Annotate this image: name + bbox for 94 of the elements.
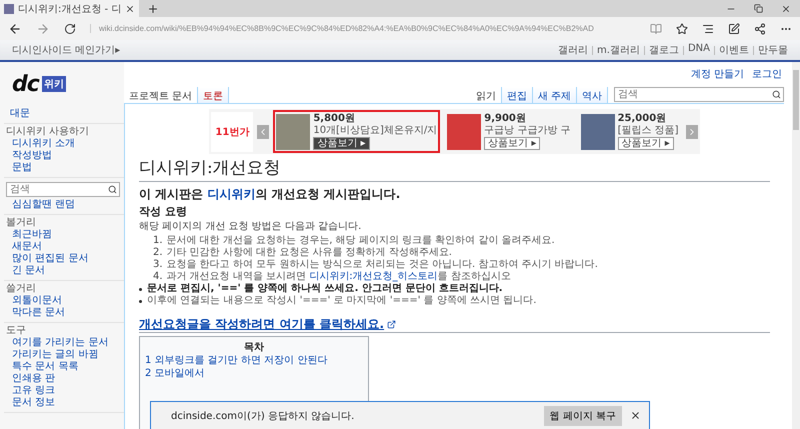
sidebar-link[interactable]: 외톨이문서 [6, 295, 124, 307]
account-link[interactable]: 계정 만들기 [690, 67, 744, 81]
sidebar-link[interactable]: 심심할땐 랜덤 [6, 199, 124, 211]
product-price: 25,000원 [618, 113, 668, 125]
bullet-icon [139, 300, 142, 302]
wiki-link[interactable]: 디시위키 [207, 187, 256, 201]
top-link[interactable]: m.갤러리 [597, 43, 640, 57]
sidebar-link[interactable]: 가리키는 글의 바뀜 [6, 349, 124, 361]
top-link[interactable]: 갤러리 [558, 43, 588, 57]
page-title: 디시위키:개선요청 [139, 157, 770, 182]
restore-page-button[interactable]: 웹 페이지 복구 [544, 406, 622, 426]
forward-icon[interactable] [36, 22, 50, 36]
sidebar-link[interactable]: 긴 문서 [6, 265, 124, 277]
sidebar-heading: 쓸거리 [6, 283, 37, 295]
step-text: 문서에 대한 개선을 요청하는 경우는, 해당 페이지의 링크를 확인하여 같이 올려주세요. [166, 235, 555, 247]
logo-badge[interactable]: 위키 [42, 76, 66, 92]
section-heading: 작성 요령 [139, 205, 188, 219]
step-text: 과거 개선요청 내역을 보시려면 디시위키:개선요청_히스토리를 참조하십시오 [166, 271, 511, 283]
top-link[interactable]: 갤로그 [648, 43, 679, 57]
top-link[interactable]: 이벤트 [719, 43, 749, 57]
bullet-icon [139, 288, 142, 290]
view-tab[interactable]: 새 주제 [532, 87, 577, 103]
book-icon[interactable] [650, 22, 662, 34]
toc-title: 목차 [244, 341, 264, 354]
note-text: 이후에 연결되는 내용으로 작성시 '===' 로 마지막에 '===' 를 양쪽에 쓰시면 됩니다. [147, 295, 536, 307]
star-icon[interactable] [676, 22, 688, 34]
toc-link[interactable]: 1 외부링크를 걸기만 하면 저장이 안된다 [145, 354, 328, 367]
page-tab[interactable]: 토론 [198, 87, 230, 103]
view-product-button[interactable]: 상품보기 ▸ [618, 137, 674, 150]
product-price: 9,900원 [484, 113, 527, 125]
site-favicon [4, 4, 14, 14]
sidebar-link[interactable]: 고유 링크 [6, 385, 124, 397]
view-product-button[interactable]: 상품보기 ▸ [484, 137, 540, 150]
search-icon[interactable] [772, 90, 781, 99]
back-icon[interactable] [8, 22, 22, 36]
logo-mark[interactable]: dc [12, 72, 39, 96]
sidebar-link[interactable]: 많이 편집된 문서 [6, 253, 124, 265]
main-site-link[interactable]: 디시인사이드 메인가기▸ [12, 43, 120, 57]
photo-placeholder [447, 114, 482, 150]
view-tab[interactable]: 역사 [577, 87, 608, 103]
step-number: 2. [153, 247, 163, 259]
top-link[interactable]: DNA [688, 43, 710, 57]
search-icon[interactable] [108, 185, 117, 194]
step-text: 기타 민감한 사항에 대한 요청은 사유를 정확하게 작성해주세요. [166, 247, 452, 259]
step-number: 1. [153, 235, 163, 247]
sidebar-link[interactable]: 새문서 [6, 241, 124, 253]
close-icon[interactable] [630, 410, 641, 421]
product-card[interactable]: 5,800원 10개[비상담요]체온유지/지 상품보기 ▸ [273, 110, 440, 153]
refresh-icon[interactable] [64, 22, 76, 34]
product-name: 구급낭 구급가방 구 [484, 125, 571, 137]
external-link-icon [387, 320, 396, 329]
shop-logo[interactable]: 11번가 [211, 112, 254, 152]
top-link[interactable]: 만두몰 [758, 43, 788, 57]
view-product-button[interactable]: 상품보기 ▸ [313, 137, 370, 150]
product-name: 10개[비상담요]체온유지/지 [313, 125, 438, 137]
account-link[interactable]: 로그인 [752, 67, 782, 81]
sidebar-heading: 볼거리 [6, 217, 37, 229]
sidebar-heading: 디시위키 사용하기 [6, 126, 90, 138]
write-request-link[interactable]: 개선요청글을 작성하려면 여기를 클릭하세요. [139, 317, 770, 333]
sidebar-link[interactable]: 문서 정보 [6, 397, 124, 409]
menu-icon[interactable] [702, 22, 714, 34]
sidebar-link[interactable]: 작성방법 [6, 150, 124, 162]
photo-placeholder [580, 114, 615, 150]
sidebar-link[interactable]: 최근바뀜 [6, 229, 124, 241]
product-price: 5,800원 [313, 113, 356, 125]
step-text: 요청을 한다고 하여 모두 원하시는 방식으로 처리되는 것은 아닙니다. 참고하여 주시기 바랍니다. [166, 259, 598, 271]
sidebar-link[interactable]: 대문 [6, 108, 124, 120]
browser-tab[interactable]: 디시위키:개선요청 - 디 [0, 0, 140, 17]
intro-heading: 이 게시판은 디시위키의 개선요청 게시판입니다. [139, 187, 402, 202]
close-icon[interactable] [125, 4, 136, 14]
sidebar-link[interactable]: 디시위키 소개 [6, 138, 124, 150]
product-card[interactable]: 9,900원 구급낭 구급가방 구 상품보기 ▸ [444, 110, 574, 153]
sidebar-link[interactable]: 특수 문서 목록 [6, 361, 124, 373]
product-name: [필립스 정품] [618, 125, 679, 137]
sidebar-heading: 도구 [6, 325, 27, 337]
toc-link[interactable]: 2 모바일에서 [145, 367, 205, 380]
pen-icon[interactable] [728, 22, 740, 34]
sidebar-search-field[interactable]: 검색 [6, 182, 120, 197]
lead-text: 해당 페이지의 개선 요청 방법은 다음과 같습니다. [139, 221, 362, 233]
note-text: 문서로 편집시, '==' 를 양쪽에 하나씩 쓰세요. 안그러면 문단이 흐트러집니다. [147, 283, 503, 295]
history-link[interactable]: 디시위키:개선요청_히스토리 [309, 271, 438, 282]
search-field[interactable]: 검색 [614, 87, 784, 102]
sidebar-link[interactable]: 문법 [6, 162, 124, 174]
photo-placeholder [276, 114, 310, 150]
product-card[interactable]: 25,000원 [필립스 정품] 상품보기 ▸ [578, 110, 682, 153]
sidebar-link[interactable]: 막다른 문서 [6, 307, 124, 319]
step-number: 4. [153, 271, 163, 283]
step-number: 3. [153, 259, 163, 271]
sidebar-link[interactable]: 여기를 가리키는 문서 [6, 337, 124, 349]
scrollbar-thumb[interactable] [793, 70, 799, 130]
view-tab[interactable]: 편집 [502, 87, 533, 103]
sidebar-link[interactable]: 인쇄용 판 [6, 373, 124, 385]
notification-message: dcinside.com이(가) 응답하지 않습니다. [171, 410, 356, 422]
share-icon[interactable] [754, 22, 766, 34]
